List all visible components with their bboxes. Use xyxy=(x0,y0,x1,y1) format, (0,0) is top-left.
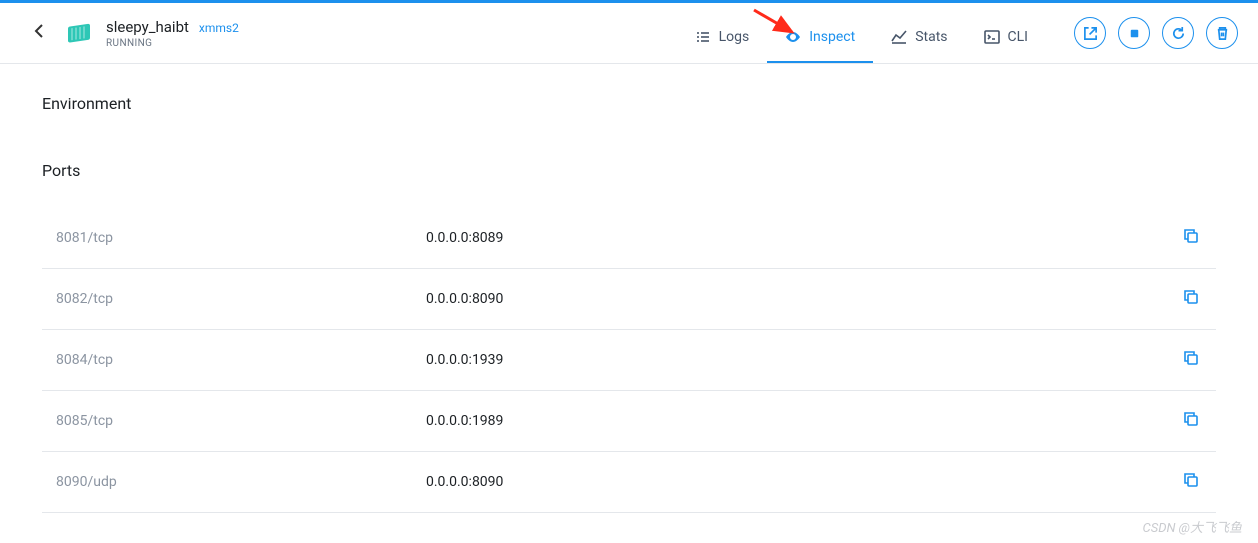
copy-button[interactable] xyxy=(1180,286,1202,312)
stop-icon xyxy=(1127,26,1142,41)
port-hostport: 0.0.0.0:1939 xyxy=(426,352,1180,368)
port-proto: 8085/tcp xyxy=(56,413,426,429)
chart-icon xyxy=(891,29,907,45)
copy-icon xyxy=(1182,288,1200,306)
port-hostport: 0.0.0.0:1989 xyxy=(426,413,1180,429)
port-row: 8082/tcp 0.0.0.0:8090 xyxy=(42,269,1216,330)
copy-button[interactable] xyxy=(1180,469,1202,495)
header-bar: sleepy_haibt xmms2 RUNNING Logs Inspect … xyxy=(0,3,1258,64)
tab-label: CLI xyxy=(1008,29,1028,45)
environment-section: Environment xyxy=(42,94,1216,113)
content-area: Environment Ports 8081/tcp 0.0.0.0:8089 … xyxy=(0,64,1258,543)
ports-list: 8081/tcp 0.0.0.0:8089 8082/tcp 0.0.0.0:8… xyxy=(42,208,1216,513)
restart-icon xyxy=(1171,26,1186,41)
port-hostport: 0.0.0.0:8089 xyxy=(426,230,1180,246)
copy-button[interactable] xyxy=(1180,225,1202,251)
terminal-icon xyxy=(984,29,1000,45)
port-hostport: 0.0.0.0:8090 xyxy=(426,474,1180,490)
copy-button[interactable] xyxy=(1180,408,1202,434)
copy-icon xyxy=(1182,471,1200,489)
trash-icon xyxy=(1215,26,1230,41)
port-hostport: 0.0.0.0:8090 xyxy=(426,291,1180,307)
copy-icon xyxy=(1182,410,1200,428)
tab-label: Logs xyxy=(719,29,750,45)
delete-button[interactable] xyxy=(1206,17,1238,49)
port-row: 8085/tcp 0.0.0.0:1989 xyxy=(42,391,1216,452)
tab-cli[interactable]: CLI xyxy=(966,19,1046,63)
ports-title: Ports xyxy=(42,161,1216,180)
stop-button[interactable] xyxy=(1118,17,1150,49)
action-buttons xyxy=(1074,17,1238,49)
copy-icon xyxy=(1182,349,1200,367)
restart-button[interactable] xyxy=(1162,17,1194,49)
watermark: CSDN @大飞飞鱼 xyxy=(1143,517,1243,536)
port-row: 8081/tcp 0.0.0.0:8089 xyxy=(42,208,1216,269)
ports-section: Ports 8081/tcp 0.0.0.0:8089 8082/tcp 0.0… xyxy=(42,161,1216,513)
copy-icon xyxy=(1182,227,1200,245)
open-browser-button[interactable] xyxy=(1074,17,1106,49)
copy-button[interactable] xyxy=(1180,347,1202,373)
tabs: Logs Inspect Stats CLI xyxy=(677,19,1046,48)
tab-label: Inspect xyxy=(809,29,855,45)
port-proto: 8081/tcp xyxy=(56,230,426,246)
tab-inspect[interactable]: Inspect xyxy=(767,19,873,63)
eye-icon xyxy=(785,29,801,45)
tab-stats[interactable]: Stats xyxy=(873,19,965,63)
logs-icon xyxy=(695,29,711,45)
external-link-icon xyxy=(1083,26,1098,41)
container-name: sleepy_haibt xyxy=(106,18,189,36)
title-block: sleepy_haibt xmms2 RUNNING xyxy=(106,18,239,49)
port-proto: 8084/tcp xyxy=(56,352,426,368)
port-proto: 8082/tcp xyxy=(56,291,426,307)
back-button[interactable] xyxy=(30,19,48,47)
status-text: RUNNING xyxy=(106,38,239,49)
image-name-link[interactable]: xmms2 xyxy=(199,21,239,35)
tab-label: Stats xyxy=(915,29,947,45)
environment-title: Environment xyxy=(42,94,1216,113)
port-row: 8084/tcp 0.0.0.0:1939 xyxy=(42,330,1216,391)
container-icon xyxy=(66,21,94,45)
chevron-left-icon xyxy=(34,23,44,39)
port-proto: 8090/udp xyxy=(56,474,426,490)
port-row: 8090/udp 0.0.0.0:8090 xyxy=(42,452,1216,513)
tab-logs[interactable]: Logs xyxy=(677,19,768,63)
